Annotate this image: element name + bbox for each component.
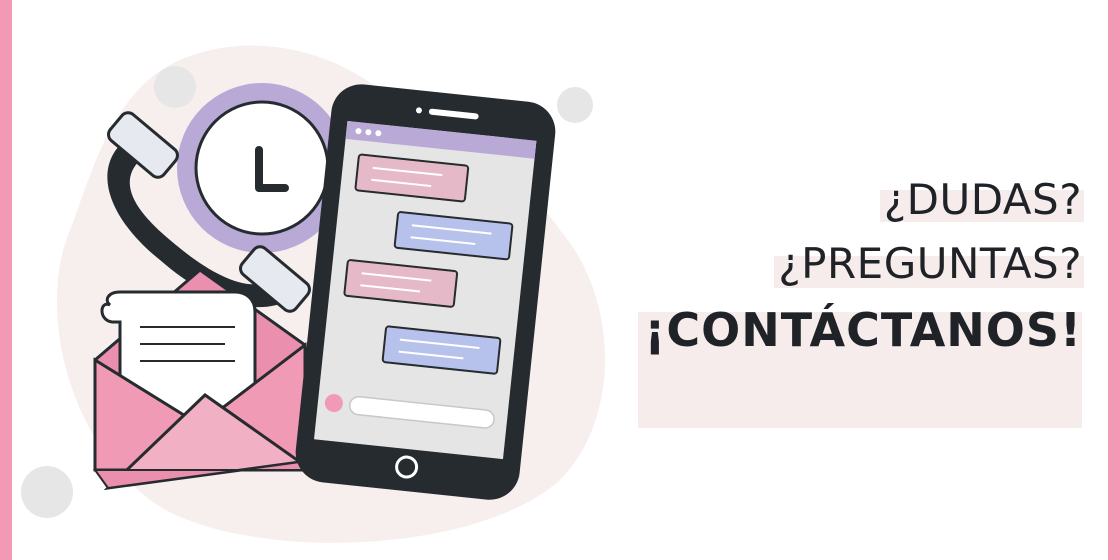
decor-dot — [154, 66, 196, 108]
headline-contactanos: ¡CONTÁCTANOS! — [644, 303, 1082, 357]
headline-dudas: ¿DUDAS? — [883, 175, 1082, 224]
contact-illustration — [21, 45, 606, 543]
decor-dot — [21, 466, 73, 518]
headline-line-3: ¡CONTÁCTANOS! — [622, 298, 1082, 428]
decor-dot — [557, 87, 593, 123]
headline-line-2: ¿PREGUNTAS? — [622, 234, 1084, 298]
right-border — [1108, 0, 1120, 560]
headline: ¿DUDAS? ¿PREGUNTAS? ¡CONTÁCTANOS! — [622, 170, 1084, 428]
contact-banner: ¿DUDAS? ¿PREGUNTAS? ¡CONTÁCTANOS! — [0, 0, 1120, 560]
smartphone-icon — [295, 84, 556, 500]
headline-line-1: ¿DUDAS? — [622, 170, 1084, 234]
headline-preguntas: ¿PREGUNTAS? — [778, 239, 1082, 288]
